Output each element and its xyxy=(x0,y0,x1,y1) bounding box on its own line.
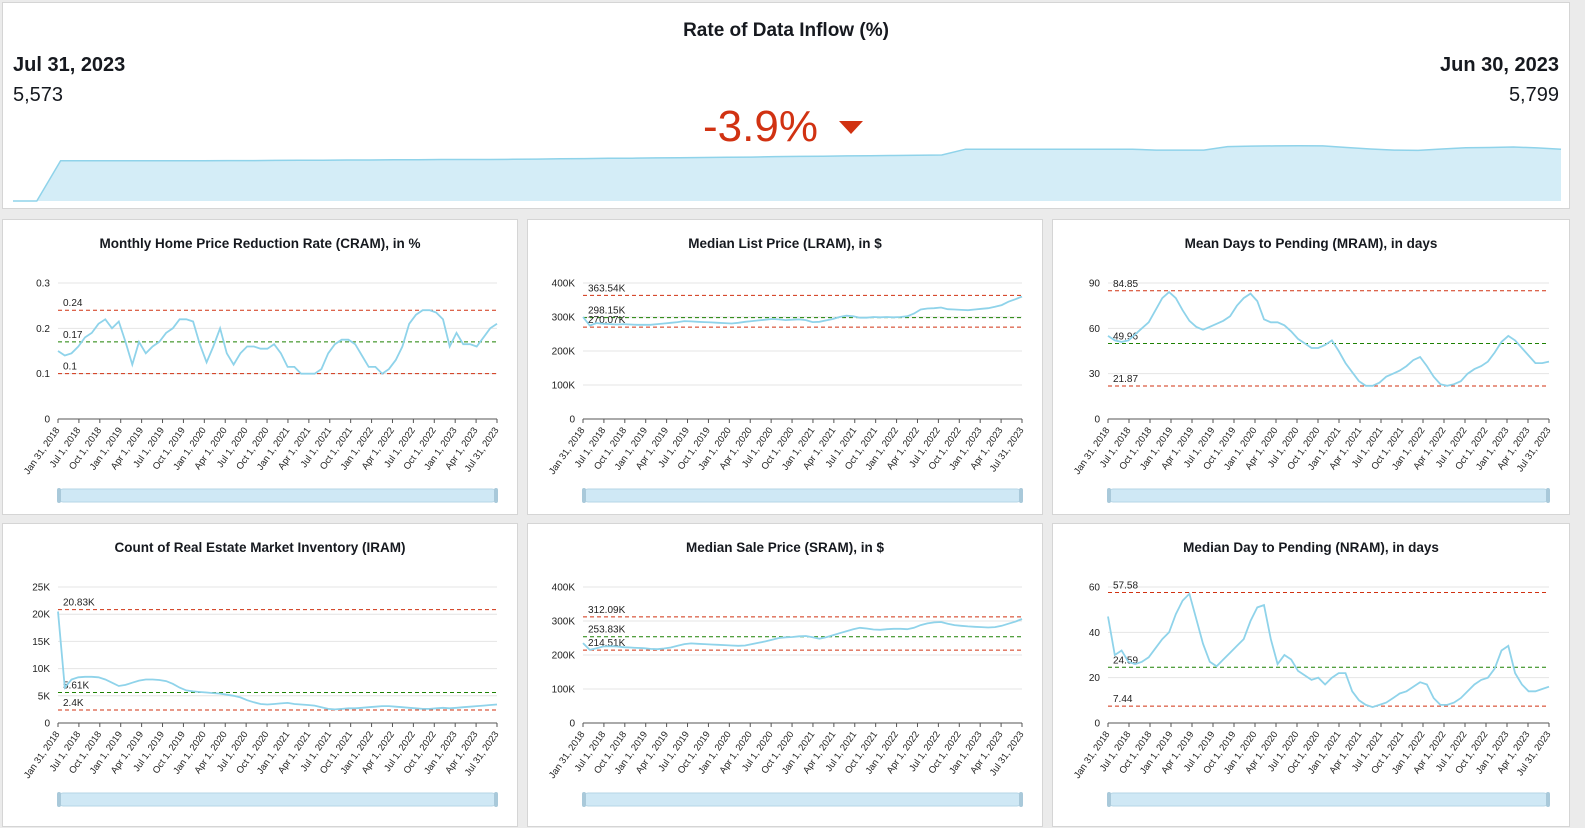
iram-chart: 05K10K15K20K25K20.83K5.61K2.4KJan 31, 20… xyxy=(22,583,501,807)
nram-chart: 0204060 57.5824.597.44Jan 31, 2018Jul 1, … xyxy=(1072,580,1553,807)
y-tick-label: 200K xyxy=(552,651,576,662)
current-period-date: Jul 31, 2023 xyxy=(13,54,126,76)
y-tick-label: 200K xyxy=(552,347,576,358)
triangle-down-icon xyxy=(839,121,863,134)
y-tick-label: 400K xyxy=(552,583,576,594)
sram-chart: 0100K200K300K400K312.09K253.83K214.51KJa… xyxy=(547,583,1026,807)
percent-change: -3.9% xyxy=(703,102,818,151)
y-tick-label: 40 xyxy=(1089,628,1101,639)
y-tick-label: 20K xyxy=(32,610,50,621)
upper-reference-label: 84.85 xyxy=(1113,279,1138,290)
series-line xyxy=(57,611,498,711)
y-tick-label: 0.3 xyxy=(36,279,50,290)
y-tick-label: 0 xyxy=(1094,719,1100,730)
y-tick-label: 5K xyxy=(38,691,51,702)
y-tick-label: 0 xyxy=(44,415,50,426)
range-scrollbar[interactable] xyxy=(1108,488,1549,503)
y-tick-label: 60 xyxy=(1089,583,1101,594)
series-line xyxy=(1107,290,1550,387)
mean-reference-label: 0.17 xyxy=(63,330,83,341)
scrollbar-left-handle[interactable] xyxy=(1107,488,1111,503)
range-scrollbar[interactable] xyxy=(58,488,497,503)
scrollbar-right-handle[interactable] xyxy=(1546,792,1550,807)
y-tick-label: 0.1 xyxy=(36,369,50,380)
upper-reference-label: 57.58 xyxy=(1113,580,1138,591)
previous-period-date: Jun 30, 2023 xyxy=(1440,54,1559,76)
y-tick-label: 100K xyxy=(552,685,576,696)
upper-reference-label: 20.83K xyxy=(63,598,95,609)
y-tick-label: 0 xyxy=(44,719,50,730)
scrollbar-left-handle[interactable] xyxy=(582,488,586,503)
lower-reference-label: 2.4K xyxy=(63,698,84,709)
scrollbar-left-handle[interactable] xyxy=(57,488,61,503)
y-tick-label: 20 xyxy=(1089,673,1101,684)
y-tick-label: 0 xyxy=(569,719,575,730)
previous-period-value: 5,799 xyxy=(1508,84,1559,106)
y-tick-label: 0 xyxy=(1094,415,1100,426)
scrollbar-left-handle[interactable] xyxy=(57,792,61,807)
lram-chart-panel: Median List Price (LRAM), in $ 0 100K 200K… xyxy=(527,219,1043,515)
kpi-panel: Rate of Data Inflow (%) Jul 31, 2023 5,5… xyxy=(2,2,1570,209)
lower-reference-label: 0.1 xyxy=(63,362,77,373)
sram-chart-panel: Median Sale Price (SRAM), in $ 0 100K 200K… xyxy=(527,523,1043,827)
scrollbar-right-handle[interactable] xyxy=(1019,792,1023,807)
y-tick-label: 300K xyxy=(552,313,576,324)
range-scrollbar[interactable] xyxy=(58,792,497,807)
mram-chart-panel: Mean Days to Pending (MRAM), in days 0 30… xyxy=(1052,219,1570,515)
series-line xyxy=(1107,592,1550,709)
upper-reference-label: 312.09K xyxy=(588,605,626,616)
series-line xyxy=(582,618,1023,651)
range-scrollbar[interactable] xyxy=(1108,792,1549,807)
range-scrollbar[interactable] xyxy=(583,792,1022,807)
y-tick-label: 10K xyxy=(32,664,50,675)
y-tick-label: 0 xyxy=(569,415,575,426)
upper-reference-label: 0.24 xyxy=(63,298,83,309)
upper-reference-label: 363.54K xyxy=(588,283,626,294)
scrollbar-right-handle[interactable] xyxy=(494,488,498,503)
series-line xyxy=(582,295,1023,327)
y-tick-label: 30 xyxy=(1089,369,1101,380)
current-period-value: 5,573 xyxy=(13,84,64,106)
mean-reference-label: 253.83K xyxy=(588,625,626,636)
scrollbar-right-handle[interactable] xyxy=(1546,488,1550,503)
mram-chart: 0306090 84.8549.9621.87Jan 31, 2018Jul 1,… xyxy=(1072,279,1553,503)
lram-chart: 0100K200K300K400K 363.54K298.15K270.07KJa… xyxy=(547,279,1026,503)
y-tick-label: 100K xyxy=(552,381,576,392)
lower-reference-label: 21.87 xyxy=(1113,374,1138,385)
y-tick-label: 300K xyxy=(552,617,576,628)
lower-reference-label: 7.44 xyxy=(1113,694,1133,705)
scrollbar-left-handle[interactable] xyxy=(1107,792,1111,807)
cram-chart: 00.10.20.30.240.170.1Jan 31, 2018Jul 1, … xyxy=(22,279,501,503)
range-scrollbar[interactable] xyxy=(583,488,1022,503)
scrollbar-right-handle[interactable] xyxy=(494,792,498,807)
kpi-title: Rate of Data Inflow (%) xyxy=(683,20,889,41)
y-tick-label: 90 xyxy=(1089,279,1101,290)
cram-chart-panel: Monthly Home Price Reduction Rate (CRAM)… xyxy=(2,219,518,515)
y-tick-label: 400K xyxy=(552,279,576,290)
y-tick-label: 15K xyxy=(32,637,50,648)
y-tick-label: 0.2 xyxy=(36,324,50,335)
y-tick-label: 60 xyxy=(1089,324,1101,335)
y-tick-label: 25K xyxy=(32,583,50,594)
scrollbar-right-handle[interactable] xyxy=(1019,488,1023,503)
nram-chart-panel: Median Day to Pending (NRAM), in days 02… xyxy=(1052,523,1570,827)
scrollbar-left-handle[interactable] xyxy=(582,792,586,807)
iram-chart-panel: Count of Real Estate Market Inventory (I… xyxy=(2,523,518,827)
